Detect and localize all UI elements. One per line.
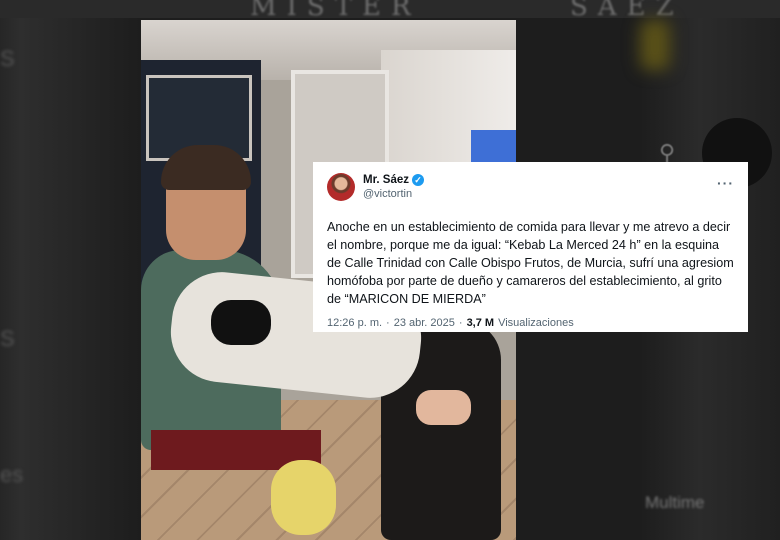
background-side-letter: es xyxy=(0,462,24,487)
background-thumbnail xyxy=(640,20,670,70)
video-bag xyxy=(271,460,336,535)
tweet-card[interactable]: Mr. Sáez ✓ @victortin ··· Anoche en un e… xyxy=(313,162,748,332)
meta-separator: · xyxy=(458,317,463,330)
video-glove xyxy=(211,300,271,345)
video-hand xyxy=(416,390,471,425)
meta-separator: · xyxy=(386,317,390,330)
background-header-right: SAEZ xyxy=(570,0,684,22)
author-handle[interactable]: @victortin xyxy=(363,188,424,200)
author-name-row: Mr. Sáez ✓ xyxy=(363,174,425,186)
background-side-letter: S xyxy=(0,46,15,71)
verified-badge-icon: ✓ xyxy=(412,174,425,186)
tweet-header: Mr. Sáez ✓ @victortin ··· xyxy=(327,173,734,213)
tweet-author: Mr. Sáez ✓ @victortin xyxy=(363,174,425,200)
tweet-meta: 12:26 p. m. · 23 abr. 2025 · 3,7 M Visua… xyxy=(327,317,734,329)
avatar[interactable] xyxy=(327,173,355,201)
background-multimedia-label: Multime xyxy=(645,493,705,512)
background-header-left: MISTER xyxy=(250,0,421,22)
background-header: MISTER SAEZ xyxy=(0,0,780,22)
author-display-name[interactable]: Mr. Sáez xyxy=(363,174,409,186)
views-label: Visualizaciones xyxy=(498,317,574,330)
tweet-time[interactable]: 12:26 p. m. xyxy=(327,317,382,329)
background-side-letter: S xyxy=(0,326,15,351)
views-count: 3,7 M xyxy=(466,317,495,330)
tweet-date[interactable]: 23 abr. 2025 xyxy=(394,317,455,329)
tweet-text: Anoche en un establecimiento de comida p… xyxy=(327,220,734,307)
more-options-icon[interactable]: ··· xyxy=(717,175,734,191)
